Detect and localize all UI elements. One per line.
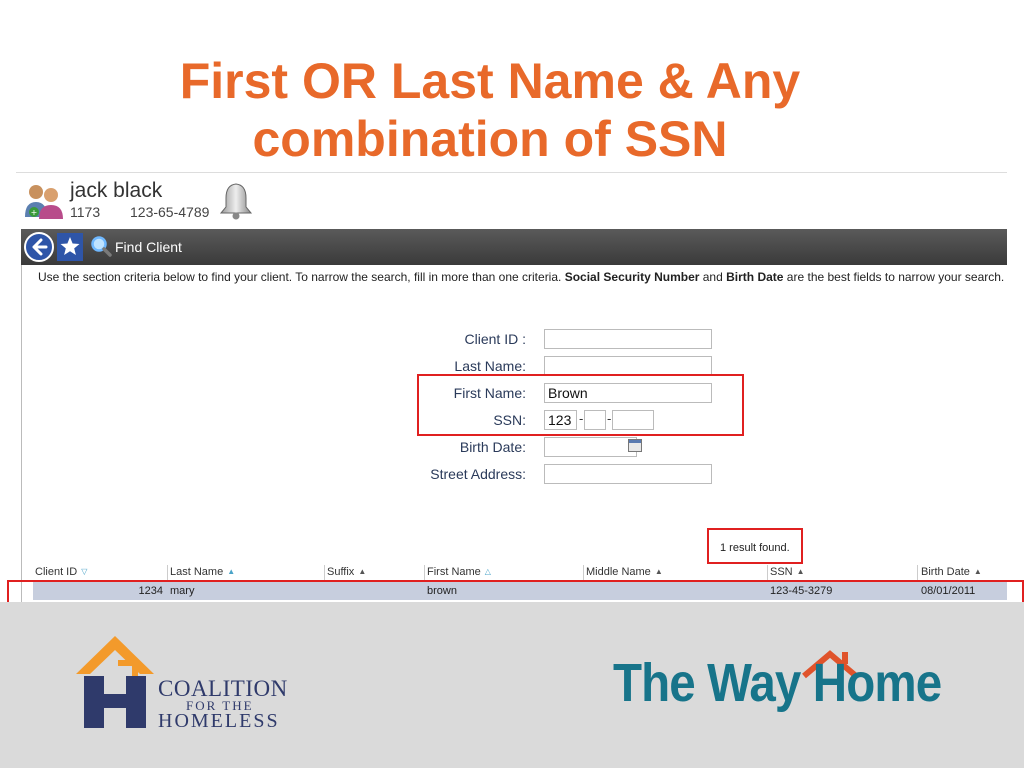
magnifier-icon [91,236,112,257]
sort-desc-icon: ▽ [81,567,88,576]
star-icon[interactable] [57,233,83,261]
col-birth-date[interactable]: Birth Date ▲ [921,566,982,578]
birth-date-label: Birth Date: [459,439,526,455]
slide-title-line2: combination of SSN [252,111,728,167]
find-client-label[interactable]: Find Client [115,239,182,255]
users-icon: + [25,185,63,219]
sort-asc-icon: ▲ [654,567,663,576]
sort-asc-icon: ▲ [358,567,367,576]
sort-asc-icon: ▲ [973,567,982,576]
client-id-label: Client ID : [464,331,526,347]
street-address-label: Street Address: [430,466,526,482]
highlight-name-ssn [417,374,744,436]
birth-date-input[interactable] [544,437,637,457]
coalition-line3: HOMELESS [158,710,280,732]
instructions-text: Use the section criteria below to find y… [38,270,1007,284]
back-button[interactable] [24,232,54,262]
left-border [21,265,22,603]
sort-asc-icon: ▲ [227,567,236,576]
col-last-name[interactable]: Last Name ▲ [170,566,235,578]
last-name-label: Last Name: [454,358,526,374]
instructions-part2: and [699,270,727,284]
col-separator [167,565,168,581]
sort-asc-icon: ▲ [796,567,805,576]
col-separator [424,565,425,581]
slide-title: First OR Last Name & Any combination of … [0,52,980,168]
col-first-name[interactable]: First Name △ [427,566,491,578]
highlight-result-count [707,528,803,564]
slide-title-line1: First OR Last Name & Any [179,53,801,109]
user-ssn: 123-65-4789 [130,204,210,220]
col-separator [917,565,918,581]
user-header: + jack black 1173 123-65-4789 [16,173,1007,229]
coalition-logo-icon [76,636,154,728]
instructions-bold-birthdate: Birth Date [726,270,784,284]
col-middle-name[interactable]: Middle Name ▲ [586,566,663,578]
col-ssn[interactable]: SSN ▲ [770,566,805,578]
user-id: 1173 [70,204,101,220]
col-separator [324,565,325,581]
instructions-part1: Use the section criteria below to find y… [38,270,565,284]
back-arrow-icon [32,238,48,256]
col-suffix[interactable]: Suffix ▲ [327,566,366,578]
bell-icon[interactable] [218,181,254,221]
svg-text:+: + [31,208,38,217]
sort-asc-icon: △ [484,567,491,576]
street-address-input[interactable] [544,464,712,484]
col-client-id[interactable]: Client ID ▽ [35,566,87,578]
col-separator [767,565,768,581]
instructions-part3: are the best fields to narrow your searc… [783,270,1005,284]
col-separator [583,565,584,581]
instructions-bold-ssn: Social Security Number [564,270,700,284]
user-name: jack black [70,179,163,202]
last-name-input[interactable] [544,356,712,376]
client-id-input[interactable] [544,329,712,349]
footer: COALITION FOR THE HOMELESS The Way Home [0,602,1024,768]
toolbar: Find Client [21,229,1007,265]
calendar-icon[interactable] [628,439,642,452]
the-way-home-logo: The Way Home [613,653,942,713]
